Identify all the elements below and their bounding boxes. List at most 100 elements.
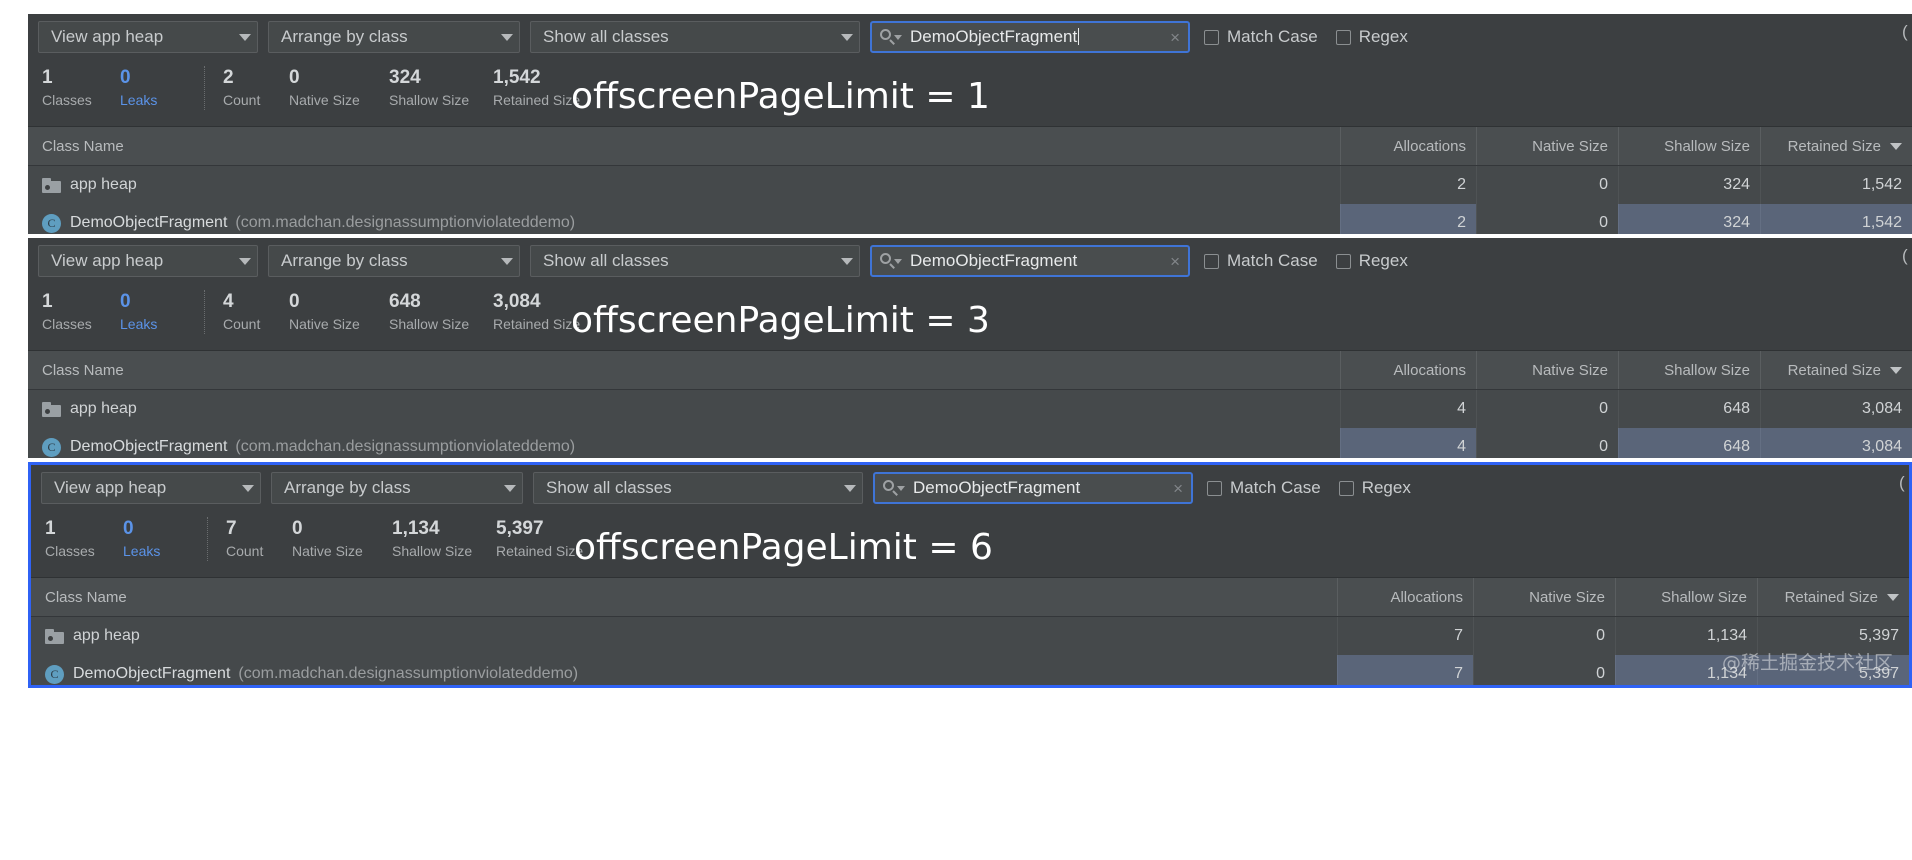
table-row-selected[interactable]: C DemoObjectFragment (com.madchan.design… — [31, 655, 1909, 685]
stat-shallow-size-label: Shallow Size — [392, 543, 473, 559]
cell-allocations: 2 — [1340, 204, 1476, 234]
stat-retained-size-label: Retained Size — [493, 316, 581, 332]
stat-shallow-size-value: 648 — [389, 291, 421, 312]
regex-checkbox[interactable]: Regex — [1335, 251, 1408, 271]
stat-classes-label: Classes — [42, 316, 92, 332]
checkbox-box — [1335, 29, 1351, 45]
stat-leaks[interactable]: 0 Leaks — [123, 517, 189, 561]
heap-dump-panel-2[interactable]: View app heap Arrange by class Show all … — [28, 238, 1912, 458]
stat-classes-value: 1 — [45, 518, 56, 539]
chevron-down-icon — [239, 257, 251, 265]
class-package-label: (com.madchan.designassumptionviolateddem… — [238, 665, 579, 682]
th-retained-size[interactable]: Retained Size — [1760, 351, 1912, 389]
chevron-down-icon — [239, 33, 251, 41]
th-native-size[interactable]: Native Size — [1476, 351, 1618, 389]
toolbar-overflow-stub[interactable]: ( — [1902, 246, 1912, 276]
panel-3-stats: 1 Classes 0 Leaks 7 Count 0 Native Size … — [31, 511, 1909, 577]
sort-descending-icon — [1890, 142, 1902, 150]
regex-label: Regex — [1358, 27, 1408, 46]
th-retained-size-label: Retained Size — [1787, 361, 1881, 379]
cell-retained-size: 1,542 — [1760, 166, 1912, 204]
heap-dump-panel-1[interactable]: View app heap Arrange by class Show all … — [28, 14, 1912, 234]
view-heap-label: View app heap — [51, 251, 164, 270]
stat-shallow-size-value: 324 — [389, 67, 421, 88]
th-class-name[interactable]: Class Name — [28, 127, 1340, 165]
toolbar-overflow-stub[interactable]: ( — [1899, 473, 1909, 503]
arrange-by-dropdown[interactable]: Arrange by class — [268, 245, 520, 277]
th-shallow-size[interactable]: Shallow Size — [1615, 578, 1757, 616]
stat-classes-value: 1 — [42, 291, 53, 312]
stat-leaks[interactable]: 0 Leaks — [120, 290, 186, 334]
search-icon — [880, 253, 902, 269]
stat-leaks-value: 0 — [123, 518, 134, 539]
table-row[interactable]: app heap 4 0 648 3,084 — [28, 390, 1912, 428]
table-row-selected[interactable]: C DemoObjectFragment (com.madchan.design… — [28, 204, 1912, 234]
regex-label: Regex — [1361, 478, 1411, 497]
th-class-name[interactable]: Class Name — [31, 578, 1337, 616]
show-classes-dropdown[interactable]: Show all classes — [530, 21, 860, 53]
arrange-by-dropdown[interactable]: Arrange by class — [271, 472, 523, 504]
stat-retained-size: 3,084 Retained Size — [493, 290, 613, 334]
stat-count: 7 Count — [207, 517, 292, 561]
clear-search-icon[interactable]: × — [1170, 253, 1180, 270]
class-icon: C — [42, 437, 61, 457]
folder-icon — [42, 177, 61, 193]
view-heap-label: View app heap — [51, 27, 164, 46]
th-allocations[interactable]: Allocations — [1340, 351, 1476, 389]
regex-checkbox[interactable]: Regex — [1335, 27, 1408, 47]
th-class-name[interactable]: Class Name — [28, 351, 1340, 389]
match-case-label: Match Case — [1230, 478, 1321, 497]
cell-allocations: 2 — [1340, 166, 1476, 204]
show-classes-dropdown[interactable]: Show all classes — [530, 245, 860, 277]
cell-shallow-size: 648 — [1618, 428, 1760, 458]
table-row[interactable]: app heap 2 0 324 1,542 — [28, 166, 1912, 204]
regex-checkbox[interactable]: Regex — [1338, 478, 1411, 498]
match-case-checkbox[interactable]: Match Case — [1204, 27, 1318, 47]
class-icon: C — [42, 213, 61, 233]
th-allocations[interactable]: Allocations — [1337, 578, 1473, 616]
stat-leaks-label: Leaks — [120, 316, 158, 332]
cell-retained-size: 1,542 — [1760, 204, 1912, 234]
th-retained-size[interactable]: Retained Size — [1757, 578, 1909, 616]
match-case-checkbox[interactable]: Match Case — [1204, 251, 1318, 271]
table-header-row: Class Name Allocations Native Size Shall… — [28, 126, 1912, 166]
stat-count-label: Count — [226, 543, 264, 559]
stat-native-size: 0 Native Size — [292, 517, 392, 561]
search-input[interactable]: DemoObjectFragment × — [870, 21, 1190, 53]
stat-leaks-value: 0 — [120, 291, 131, 312]
arrange-by-label: Arrange by class — [281, 27, 408, 46]
th-native-size[interactable]: Native Size — [1476, 127, 1618, 165]
table-row-selected[interactable]: C DemoObjectFragment (com.madchan.design… — [28, 428, 1912, 458]
checkbox-box — [1207, 480, 1222, 496]
search-input[interactable]: DemoObjectFragment × — [870, 245, 1190, 277]
match-case-checkbox[interactable]: Match Case — [1207, 478, 1321, 498]
show-classes-label: Show all classes — [543, 27, 669, 46]
view-heap-dropdown[interactable]: View app heap — [38, 245, 258, 277]
cell-shallow-size: 648 — [1618, 390, 1760, 428]
clear-search-icon[interactable]: × — [1173, 480, 1183, 497]
th-retained-size[interactable]: Retained Size — [1760, 127, 1912, 165]
view-heap-dropdown[interactable]: View app heap — [41, 472, 261, 504]
th-allocations[interactable]: Allocations — [1340, 127, 1476, 165]
heap-dump-panel-3[interactable]: View app heap Arrange by class Show all … — [28, 462, 1912, 688]
stat-classes: 1 Classes — [42, 66, 120, 110]
search-input[interactable]: DemoObjectFragment × — [873, 472, 1193, 504]
stat-native-size: 0 Native Size — [289, 66, 389, 110]
table-row[interactable]: app heap 7 0 1,134 5,397 — [31, 617, 1909, 655]
th-native-size[interactable]: Native Size — [1473, 578, 1615, 616]
match-case-label: Match Case — [1227, 27, 1318, 46]
th-shallow-size[interactable]: Shallow Size — [1618, 351, 1760, 389]
th-shallow-size[interactable]: Shallow Size — [1618, 127, 1760, 165]
stat-leaks[interactable]: 0 Leaks — [120, 66, 186, 110]
view-heap-dropdown[interactable]: View app heap — [38, 21, 258, 53]
stat-classes: 1 Classes — [42, 290, 120, 334]
arrange-by-dropdown[interactable]: Arrange by class — [268, 21, 520, 53]
regex-label: Regex — [1358, 251, 1408, 270]
stat-native-size-label: Native Size — [289, 316, 360, 332]
clear-search-icon[interactable]: × — [1170, 29, 1180, 46]
stat-shallow-size: 1,134 Shallow Size — [392, 517, 496, 561]
toolbar-overflow-stub[interactable]: ( — [1902, 22, 1912, 52]
show-classes-dropdown[interactable]: Show all classes — [533, 472, 863, 504]
row-app-heap-name: app heap — [28, 166, 1340, 204]
stat-retained-size: 1,542 Retained Size — [493, 66, 613, 110]
